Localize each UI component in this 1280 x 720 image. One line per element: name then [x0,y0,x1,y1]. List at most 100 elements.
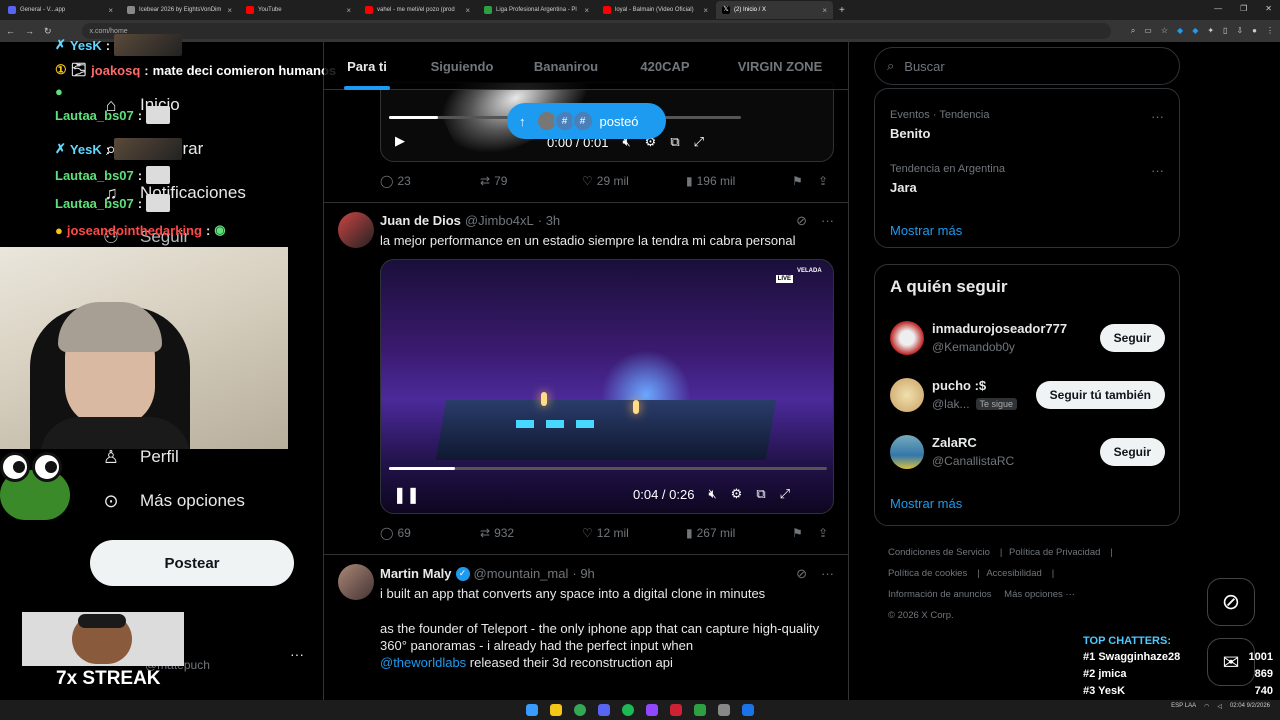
tweet-author[interactable]: Juan de Dios [380,213,461,228]
grok-button[interactable]: ⊘ [1207,578,1255,626]
new-tab-button[interactable]: + [839,5,845,16]
sidebar-icon[interactable]: ▯ [1223,26,1227,36]
repost-button[interactable]: ⇄ 932 [480,526,582,540]
footer-link[interactable]: Política de cookies [888,568,967,579]
tab-420cap[interactable]: 420CAP [618,42,712,90]
extension-icon[interactable]: ◆ [1192,26,1198,36]
browser-tab[interactable]: Icebear 2026 by EightsVonDim × [121,1,238,19]
tab-close-icon[interactable]: × [227,6,232,15]
show-more-link[interactable]: Mostrar más [890,223,962,238]
reply-button[interactable]: ◯ 69 [380,526,480,540]
trend-name[interactable]: Jara [890,180,917,195]
tab-bananirou[interactable]: Bananirou [514,42,618,90]
settings-icon[interactable]: ⚙ [731,486,743,502]
spotify-icon[interactable] [622,704,634,716]
tab-close-icon[interactable]: × [108,6,113,15]
mention-link[interactable]: @theworldlabs [380,655,466,670]
tweet-handle[interactable]: @Jimbo4xL [465,213,534,228]
extension-icon[interactable]: ◆ [1177,26,1183,36]
obs-icon[interactable] [646,704,658,716]
follow-name[interactable]: pucho :$ [932,378,986,393]
browser-tab[interactable]: Liga Profesional Argentina - Pl × [478,1,595,19]
tab-siguiendo[interactable]: Siguiendo [410,42,514,90]
tab-close-icon[interactable]: × [584,6,589,15]
grok-icon[interactable]: ⊘ [796,566,807,582]
more-icon[interactable]: ··· [821,566,834,582]
tweet-time[interactable]: · 3h [538,213,560,228]
tab-virgin-zone[interactable]: VIRGIN ZONE [712,42,848,90]
more-icon[interactable]: ··· [821,213,834,229]
fullscreen-icon[interactable]: ⤢ [694,134,704,150]
footer-link[interactable]: Política de Privacidad [1009,547,1100,558]
follow-name[interactable]: ZalaRC [932,435,977,450]
tweet-author[interactable]: Martin Maly [380,566,452,581]
show-more-link[interactable]: Mostrar más [890,496,962,511]
discord-icon[interactable] [598,704,610,716]
footer-link[interactable]: Accesibilidad [986,568,1041,579]
wifi-icon[interactable]: ◠ [1204,703,1209,710]
browser-tab[interactable]: YouTube × [240,1,357,19]
maximize-icon[interactable]: ❐ [1240,4,1247,13]
zoom-icon[interactable]: ⌕ [1131,26,1135,36]
follow-button[interactable]: Seguir [1099,438,1165,466]
mute-icon[interactable]: 🔇︎ [708,486,716,502]
repost-button[interactable]: ⇄ 79 [480,174,582,188]
search-input[interactable]: ⌕ Buscar [874,47,1180,85]
reload-icon[interactable]: ↻ [44,26,52,37]
tab-para-ti[interactable]: Para ti [324,42,410,90]
like-button[interactable]: ♡ 12 mil [582,526,686,540]
tweet-handle[interactable]: @mountain_mal [474,566,569,581]
footer-link[interactable]: Información de anuncios [888,589,992,600]
new-posts-pill[interactable]: ↑ # # posteó [507,103,666,139]
browser-tab[interactable]: vahel - me meti/el pozo (prod × [359,1,476,19]
grok-icon[interactable]: ⊘ [796,213,807,229]
star-icon[interactable]: ☆ [1161,26,1168,36]
more-icon[interactable]: ··· [1151,163,1164,178]
tab-close-icon[interactable]: × [465,6,470,15]
pip-icon[interactable]: ⧉ [670,134,679,150]
forward-icon[interactable]: → [25,26,34,36]
like-button[interactable]: ♡ 29 mil [582,174,686,188]
download-icon[interactable]: ⇩ [1236,26,1243,36]
browser-tab-active[interactable]: 𝕏 (2) Inicio / X × [716,1,833,19]
follow-button[interactable]: Seguir [1099,324,1165,352]
language-indicator[interactable]: ESP LAA [1171,703,1196,710]
avatar[interactable] [890,321,924,355]
fullscreen-icon[interactable]: ⤢ [780,486,790,502]
back-icon[interactable]: ← [6,26,15,36]
play-icon[interactable]: ▶ [395,133,405,149]
puzzle-icon[interactable]: ✦ [1207,26,1214,36]
views-button[interactable]: ▮ 196 mil [686,174,792,188]
excel-icon[interactable] [694,704,706,716]
bookmark-icon[interactable]: ⚑ [792,526,818,540]
account-more-icon[interactable]: ··· [290,646,304,662]
notepad-icon[interactable] [718,704,730,716]
tweet-time[interactable]: · 9h [572,566,594,581]
more-icon[interactable]: ··· [1151,109,1164,124]
tab-close-icon[interactable]: × [703,6,708,15]
profile-avatar-icon[interactable]: ● [1252,26,1257,36]
bookmark-icon[interactable]: ⚑ [792,174,818,188]
windows-start-icon[interactable] [526,704,538,716]
pip-icon[interactable]: ⧉ [756,486,765,502]
reply-button[interactable]: ◯ 23 [380,174,480,188]
chrome-icon[interactable] [574,704,586,716]
app-icon[interactable] [670,704,682,716]
cast-icon[interactable]: ▭ [1144,26,1152,36]
share-icon[interactable]: ⇪ [818,526,828,540]
tab-close-icon[interactable]: × [346,6,351,15]
browser-tab[interactable]: loyal - Balmain (Video Oficial) × [597,1,714,19]
clock[interactable]: 02:04 9/2/2026 [1230,703,1270,710]
pause-icon[interactable]: ❚❚ [393,485,420,505]
trend-name[interactable]: Benito [890,126,930,141]
avatar[interactable] [890,378,924,412]
follow-name[interactable]: inmadurojoseador777 [932,321,1067,336]
close-window-icon[interactable]: ✕ [1265,4,1272,13]
footer-link[interactable]: Condiciones de Servicio [888,547,990,558]
follow-back-button[interactable]: Seguir tú también [1035,381,1165,409]
avatar[interactable] [338,564,374,600]
tab-close-icon[interactable]: × [822,6,827,15]
nav-item-perfil[interactable]: ♙ Perfil [100,446,179,468]
minimize-icon[interactable]: — [1214,4,1222,13]
post-button[interactable]: Postear [90,540,294,586]
